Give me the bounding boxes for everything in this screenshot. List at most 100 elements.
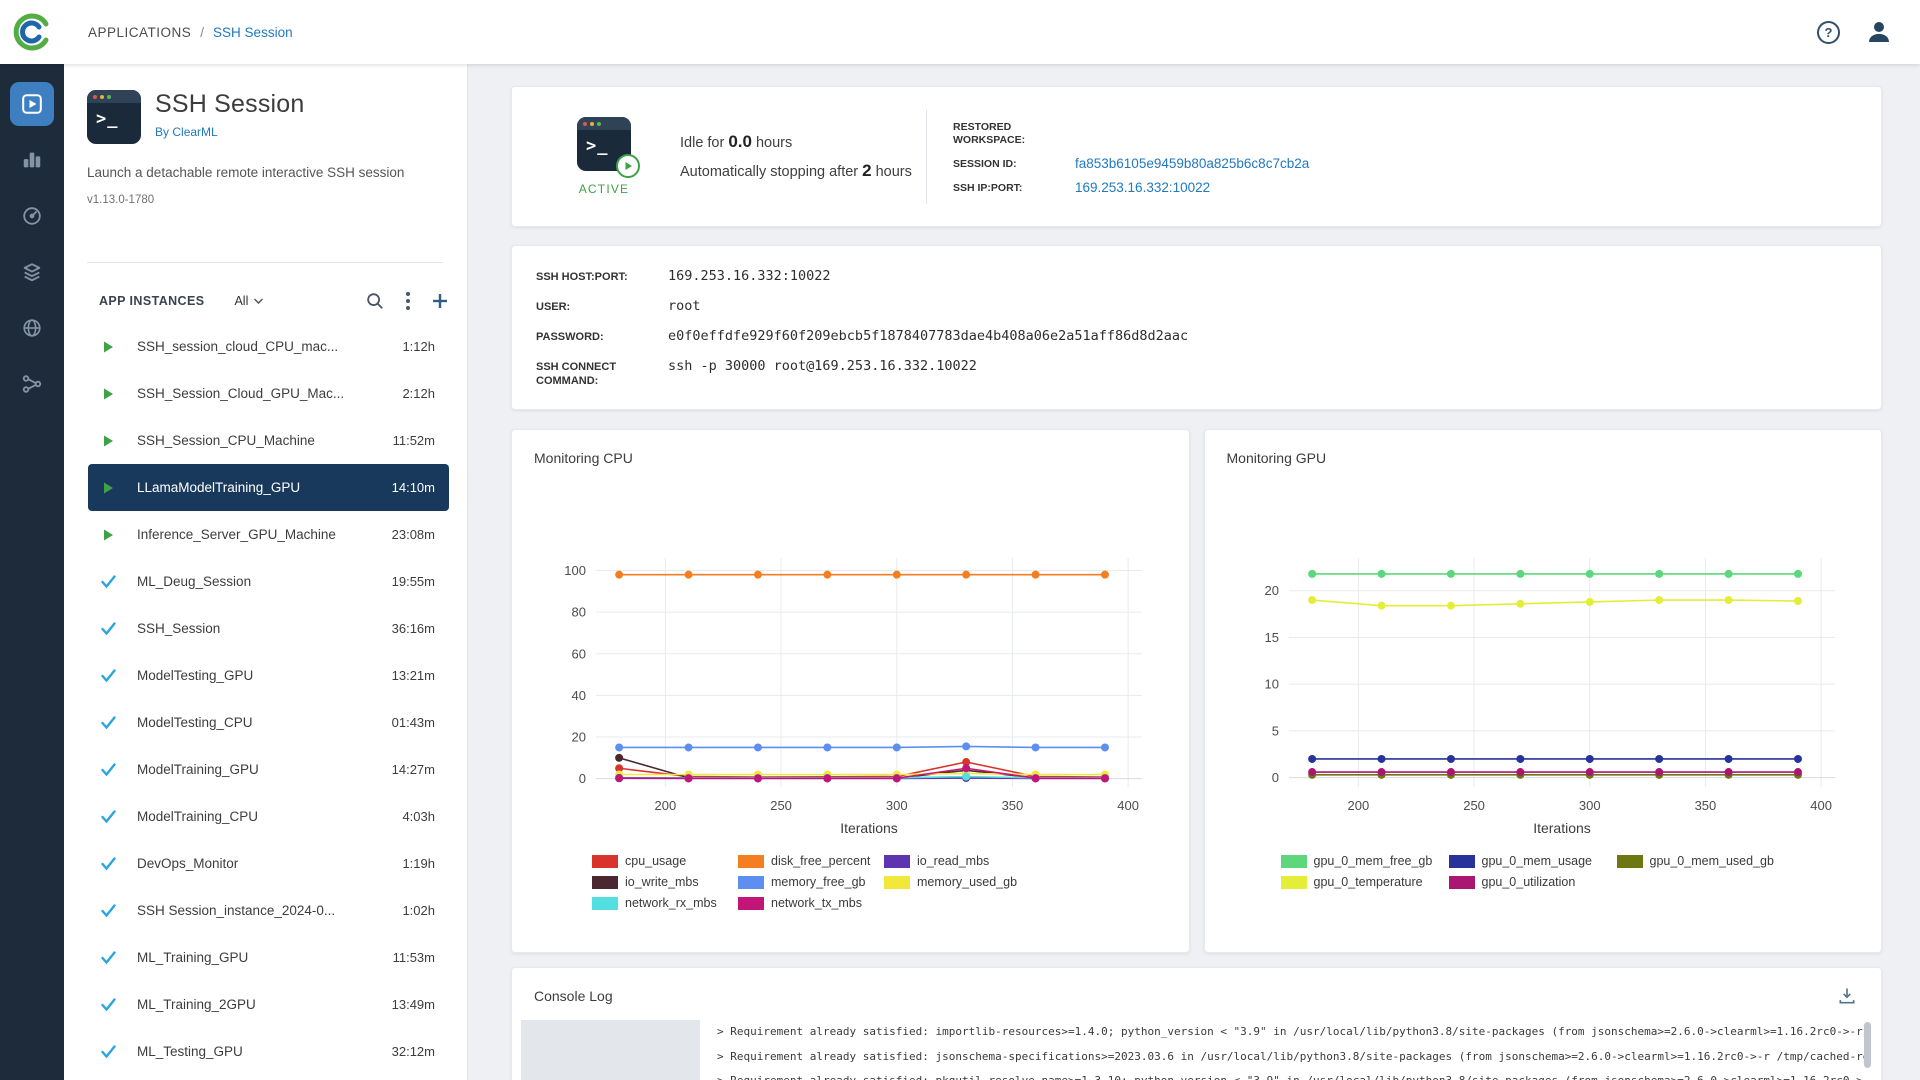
- instance-row[interactable]: SSH_Session 36:16m: [88, 605, 449, 652]
- session-info-label: SSH IP:PORT:: [953, 180, 1075, 195]
- idle-hours-value: 0.0: [728, 132, 752, 151]
- nav-reports-icon[interactable]: [10, 306, 54, 350]
- instance-row[interactable]: ML_Deug_Session19:55m: [88, 558, 449, 605]
- instance-duration: 13:21m: [382, 668, 435, 683]
- legend-label: gpu_0_temperature: [1314, 875, 1423, 889]
- help-icon[interactable]: ?: [1817, 21, 1840, 44]
- legend-item[interactable]: network_tx_mbs: [738, 896, 884, 910]
- nav-projects-icon[interactable]: [10, 138, 54, 182]
- console-scrollbar[interactable]: [1864, 1022, 1871, 1068]
- legend-item[interactable]: memory_used_gb: [884, 875, 1030, 889]
- instance-row[interactable]: ML_Training_GPU11:53m: [88, 934, 449, 981]
- add-instance-button[interactable]: [431, 292, 449, 310]
- nav-sidebar: [0, 64, 64, 1080]
- session-info-row: SESSION ID:fa853b6105e9459b80a825b6c8c7c…: [953, 156, 1881, 171]
- legend-swatch-icon: [738, 876, 764, 889]
- instance-row[interactable]: ModelTraining_CPU4:03h: [88, 793, 449, 840]
- nav-applications-icon[interactable]: [10, 82, 54, 126]
- clearml-logo[interactable]: [11, 11, 53, 53]
- console-log-title: Console Log: [534, 988, 613, 1004]
- app-version: v1.13.0-1780: [87, 194, 467, 206]
- instance-name: ModelTesting_CPU: [137, 715, 253, 730]
- instances-filter-dropdown[interactable]: All: [234, 294, 263, 308]
- nav-serving-icon[interactable]: [10, 194, 54, 238]
- play-badge-icon: [616, 154, 640, 178]
- instance-duration: 11:52m: [383, 433, 435, 448]
- instance-row[interactable]: LLamaModelTraining_GPU14:10m: [88, 464, 449, 511]
- instance-row[interactable]: ML_Testing_GPU32:12m: [88, 1028, 449, 1075]
- legend-label: io_write_mbs: [625, 875, 699, 889]
- svg-text:20: 20: [572, 730, 586, 745]
- session-terminal-icon: >_: [577, 117, 631, 171]
- download-log-icon[interactable]: [1837, 986, 1857, 1006]
- legend-item[interactable]: gpu_0_temperature: [1281, 875, 1449, 889]
- instance-row[interactable]: SSH Session_instance_2024-0...1:02h: [88, 887, 449, 934]
- ssh-app-terminal-icon: >_: [87, 90, 141, 144]
- clearml-author-link[interactable]: ClearML: [172, 125, 217, 139]
- instance-row[interactable]: ModelTesting_GPU13:21m: [88, 652, 449, 699]
- running-status-icon: [101, 528, 117, 542]
- legend-label: memory_free_gb: [771, 875, 866, 889]
- completed-status-icon: [101, 575, 117, 588]
- session-info-value[interactable]: 169.253.16.332:10022: [1075, 180, 1210, 195]
- monitoring-gpu-card: Monitoring GPU 20025030035040005101520It…: [1204, 429, 1883, 953]
- instance-duration: 13:49m: [382, 997, 435, 1012]
- instance-row[interactable]: Inference_Server_GPU_Machine23:08m: [88, 511, 449, 558]
- instance-name: SSH_Session: [137, 621, 220, 636]
- gpu-chart-title: Monitoring GPU: [1205, 430, 1882, 476]
- completed-status-icon: [101, 669, 117, 682]
- gpu-chart-legend: gpu_0_mem_free_gbgpu_0_mem_usage gpu_0_me…: [1205, 840, 1882, 889]
- instance-row[interactable]: DevOps_Monitor1:19h: [88, 840, 449, 887]
- instance-duration: 1:19h: [392, 856, 435, 871]
- nav-pipelines-icon[interactable]: [10, 362, 54, 406]
- legend-item[interactable]: io_read_mbs: [884, 854, 1030, 868]
- legend-swatch-icon: [592, 855, 618, 868]
- instance-name: SSH_Session_Cloud_GPU_Mac...: [137, 386, 344, 401]
- legend-item[interactable]: gpu_0_utilization: [1449, 875, 1617, 889]
- legend-swatch-icon: [592, 897, 618, 910]
- instance-name: ModelTraining_CPU: [137, 809, 258, 824]
- legend-item[interactable]: io_write_mbs: [592, 875, 738, 889]
- legend-item[interactable]: cpu_usage: [592, 854, 738, 868]
- instance-duration: 14:10m: [382, 480, 435, 495]
- main-content: >_ ACTIVE Idle for0.0hours Automatically…: [468, 64, 1920, 1080]
- session-info-value[interactable]: fa853b6105e9459b80a825b6c8c7cb2a: [1075, 156, 1309, 171]
- app-instances-header: APP INSTANCES All: [99, 291, 449, 311]
- legend-swatch-icon: [884, 876, 910, 889]
- nav-datasets-icon[interactable]: [10, 250, 54, 294]
- more-menu-icon[interactable]: [405, 291, 411, 311]
- legend-item[interactable]: network_rx_mbs: [592, 896, 738, 910]
- legend-item[interactable]: gpu_0_mem_usage: [1449, 854, 1617, 868]
- detail-label: USER:: [536, 298, 668, 314]
- svg-text:15: 15: [1264, 630, 1278, 645]
- instance-list: SSH_session_cloud_CPU_mac...1:12hSSH_Ses…: [64, 323, 467, 1075]
- connection-details-rows: SSH HOST:PORT:169.253.16.332:10022USER:r…: [536, 268, 1857, 388]
- svg-text:Iterations: Iterations: [1533, 820, 1591, 836]
- instance-duration: 01:43m: [382, 715, 435, 730]
- gpu-chart[interactable]: 20025030035040005101520Iterations: [1205, 476, 1882, 840]
- user-avatar-icon[interactable]: [1864, 17, 1894, 47]
- instance-row[interactable]: ModelTraining_GPU14:27m: [88, 746, 449, 793]
- completed-status-icon: [101, 857, 117, 870]
- instance-row[interactable]: ModelTesting_CPU 01:43m: [88, 699, 449, 746]
- instance-row[interactable]: SSH_Session_CPU_Machine11:52m: [88, 417, 449, 464]
- search-icon[interactable]: [365, 291, 385, 311]
- legend-swatch-icon: [1281, 855, 1307, 868]
- instance-duration: 36:16m: [382, 621, 435, 636]
- legend-label: gpu_0_mem_used_gb: [1650, 854, 1774, 868]
- cpu-chart[interactable]: 200250300350400020406080100Iterations: [512, 476, 1189, 840]
- legend-item[interactable]: gpu_0_mem_used_gb: [1617, 854, 1785, 868]
- instance-row[interactable]: ML_Training_2GPU13:49m: [88, 981, 449, 1028]
- session-info-label: SESSION ID:: [953, 156, 1075, 171]
- detail-label: PASSWORD:: [536, 328, 668, 344]
- log-line: > Requirement already satisfied: pkgutil…: [717, 1069, 1871, 1080]
- log-line: > Requirement already satisfied: jsonsch…: [717, 1045, 1871, 1070]
- breadcrumb-applications[interactable]: APPLICATIONS: [88, 25, 191, 40]
- breadcrumb: APPLICATIONS / SSH Session: [88, 25, 293, 40]
- instance-row[interactable]: SSH_session_cloud_CPU_mac...1:12h: [88, 323, 449, 370]
- legend-item[interactable]: gpu_0_mem_free_gb: [1281, 854, 1449, 868]
- legend-item[interactable]: disk_free_percent: [738, 854, 884, 868]
- autostop-hours-value: 2: [862, 161, 871, 180]
- legend-item[interactable]: memory_free_gb: [738, 875, 884, 889]
- instance-row[interactable]: SSH_Session_Cloud_GPU_Mac...2:12h: [88, 370, 449, 417]
